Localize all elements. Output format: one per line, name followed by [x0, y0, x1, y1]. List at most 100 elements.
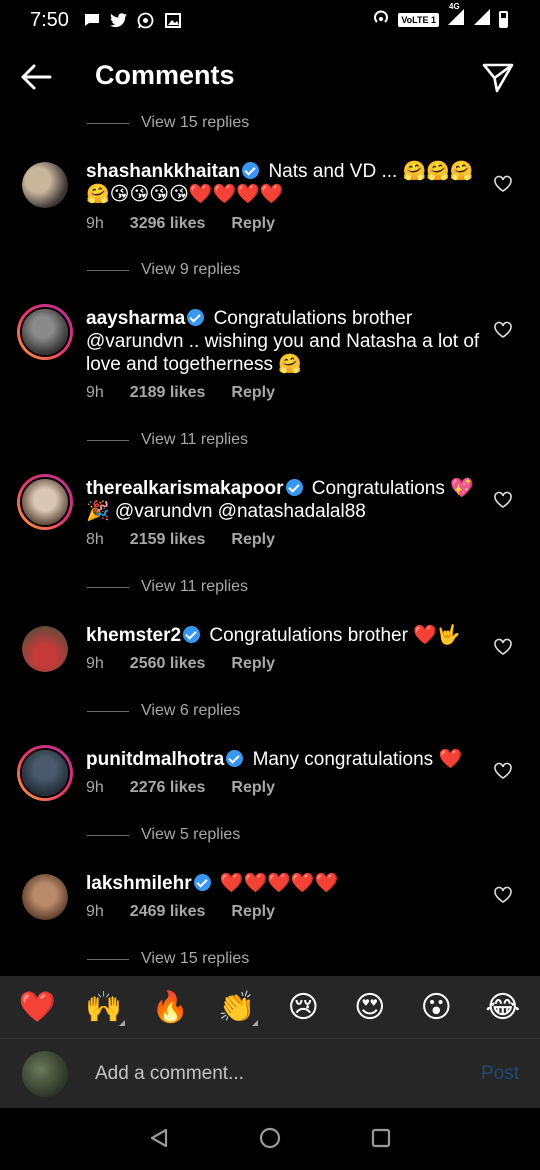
status-bar: 7:50 VoLTE 1 4G	[0, 0, 540, 40]
quick-reaction-bar: ❤️ 🙌 🔥 👏 😢 😍 😮 😂	[0, 976, 540, 1038]
likes-count[interactable]: 2159 likes	[130, 531, 206, 549]
comment-message: ❤️❤️❤️❤️❤️	[219, 873, 339, 894]
back-arrow-icon[interactable]	[18, 60, 56, 94]
view-replies-button[interactable]: View 11 replies	[87, 428, 248, 452]
heart-outline-icon[interactable]	[493, 320, 513, 340]
network-type-label: 4G	[449, 2, 460, 11]
back-triangle-icon[interactable]	[147, 1126, 173, 1152]
view-replies-label: View 9 replies	[141, 261, 241, 278]
avatar[interactable]	[22, 626, 68, 672]
whatsapp-icon	[137, 12, 155, 28]
twitter-icon	[109, 12, 128, 28]
comment-text: aaysharma Congratulations brother @varun…	[86, 307, 481, 376]
comment-message: Many congratulations ❤️	[252, 749, 463, 770]
fire-reaction[interactable]: 🔥	[147, 984, 193, 1030]
comment-meta: 8h 2159 likes Reply	[86, 531, 275, 549]
comment-username[interactable]: aaysharma	[86, 308, 185, 329]
comment-meta: 9h 2189 likes Reply	[86, 384, 275, 402]
avatar-photo	[22, 309, 68, 355]
view-replies-label: View 6 replies	[141, 702, 241, 719]
likes-count[interactable]: 3296 likes	[130, 215, 206, 233]
avatar[interactable]	[17, 304, 73, 360]
heart-outline-icon[interactable]	[493, 761, 513, 781]
replies-divider	[87, 439, 129, 441]
reply-button[interactable]: Reply	[231, 531, 275, 549]
comment-text: shashankkhaitan Nats and VD ... 🤗🤗🤗🤗😘😘😘😘…	[86, 160, 481, 206]
system-nav-bar	[0, 1108, 540, 1170]
verified-badge-icon	[187, 309, 205, 326]
comment-meta: 9h 2560 likes Reply	[86, 655, 275, 673]
likes-count[interactable]: 2560 likes	[130, 655, 206, 673]
heart-eyes-reaction[interactable]: 😍	[347, 984, 393, 1030]
view-replies-button[interactable]: View 9 replies	[87, 258, 240, 282]
heart-outline-icon[interactable]	[493, 637, 513, 657]
signal-icon	[473, 8, 491, 31]
reply-button[interactable]: Reply	[231, 655, 275, 673]
heart-outline-icon[interactable]	[493, 490, 513, 510]
verified-badge-icon	[226, 750, 244, 767]
gallery-icon	[164, 12, 182, 28]
comment-text: punitdmalhotra Many congratulations ❤️	[86, 748, 481, 771]
verified-badge-icon	[193, 874, 211, 891]
replies-divider	[87, 586, 129, 588]
comment-username[interactable]: therealkarismakapoor	[86, 478, 284, 499]
comment-username[interactable]: shashankkhaitan	[86, 161, 240, 182]
comment-input[interactable]	[95, 1061, 445, 1087]
replies-divider	[87, 710, 129, 712]
likes-count[interactable]: 2189 likes	[130, 384, 206, 402]
heart-reaction[interactable]: ❤️	[14, 984, 60, 1030]
view-replies-button[interactable]: View 6 replies	[87, 699, 240, 723]
raising-hands-reaction[interactable]: 🙌	[81, 984, 127, 1030]
avatar-photo	[22, 162, 68, 208]
view-replies-label: View 15 replies	[141, 114, 250, 131]
hotspot-icon	[372, 8, 390, 31]
comment-username[interactable]: lakshmilehr	[86, 873, 192, 894]
comment-time: 9h	[86, 384, 104, 401]
post-button[interactable]: Post	[481, 1063, 519, 1085]
view-replies-button[interactable]: View 15 replies	[87, 947, 249, 971]
clap-reaction[interactable]: 👏	[214, 984, 260, 1030]
avatar[interactable]	[17, 474, 73, 530]
view-replies-button[interactable]: View 11 replies	[87, 575, 248, 599]
comment-meta: 9h 2276 likes Reply	[86, 779, 275, 797]
avatar-photo	[22, 479, 68, 525]
chat-notification-icon	[83, 12, 101, 28]
heart-outline-icon[interactable]	[493, 174, 513, 194]
likes-count[interactable]: 2276 likes	[130, 779, 206, 797]
replies-divider	[87, 122, 129, 124]
reply-button[interactable]: Reply	[231, 779, 275, 797]
replies-divider	[87, 269, 129, 271]
comment-username[interactable]: khemster2	[86, 625, 181, 646]
wow-reaction[interactable]: 😮	[413, 984, 459, 1030]
home-circle-icon[interactable]	[258, 1126, 284, 1152]
verified-badge-icon	[183, 626, 201, 643]
comment-time: 9h	[86, 779, 104, 796]
avatar-photo	[22, 750, 68, 796]
comment-text: lakshmilehr ❤️❤️❤️❤️❤️	[86, 872, 481, 895]
comments-header: Comments	[0, 48, 540, 106]
crying-reaction[interactable]: 😢	[280, 984, 326, 1030]
avatar[interactable]	[22, 162, 68, 208]
comment-text: khemster2 Congratulations brother ❤️🤟	[86, 624, 481, 647]
signal-4g-icon: 4G	[447, 2, 465, 31]
likes-count[interactable]: 2469 likes	[130, 903, 206, 921]
view-replies-button[interactable]: View 5 replies	[87, 823, 240, 847]
replies-divider	[87, 958, 129, 960]
comment-time: 8h	[86, 531, 104, 548]
paper-plane-icon[interactable]	[480, 60, 518, 94]
volte-badge: VoLTE 1	[398, 12, 439, 27]
battery-icon	[499, 11, 508, 28]
view-replies-label: View 5 replies	[141, 826, 241, 843]
reply-button[interactable]: Reply	[231, 384, 275, 402]
recents-square-icon[interactable]	[369, 1126, 395, 1152]
avatar	[22, 1051, 68, 1097]
comment-username[interactable]: punitdmalhotra	[86, 749, 224, 770]
laughing-reaction[interactable]: 😂	[480, 984, 526, 1030]
avatar[interactable]	[22, 874, 68, 920]
reply-button[interactable]: Reply	[231, 903, 275, 921]
status-time: 7:50	[30, 8, 69, 31]
heart-outline-icon[interactable]	[493, 885, 513, 905]
reply-button[interactable]: Reply	[231, 215, 275, 233]
view-replies-button[interactable]: View 15 replies	[87, 111, 249, 135]
avatar[interactable]	[17, 745, 73, 801]
